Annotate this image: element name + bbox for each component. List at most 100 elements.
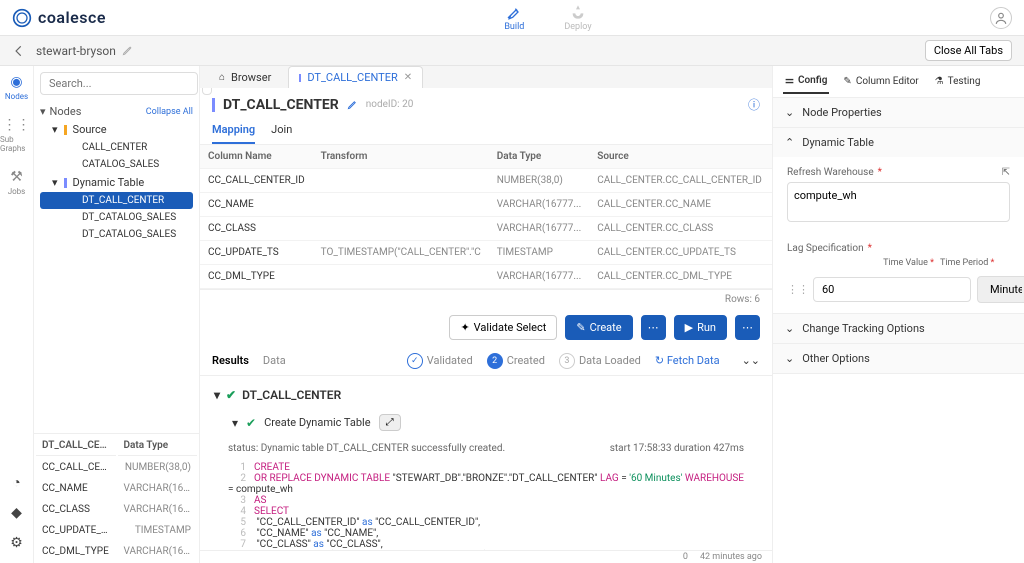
dynamic-table-accordion[interactable]: ⌃ Dynamic Table — [773, 128, 1024, 157]
footer-time: 42 minutes ago — [700, 552, 762, 562]
drag-handle-icon[interactable]: ⋮⋮ — [787, 283, 807, 296]
time-value-input[interactable] — [813, 277, 971, 302]
grid-header[interactable]: Source — [589, 145, 770, 169]
create-step-label: Create Dynamic Table — [264, 416, 370, 429]
grid-header[interactable]: Data Type — [489, 145, 590, 169]
back-arrow-icon[interactable] — [12, 44, 26, 58]
mini-cell[interactable]: CC_DML_TYPE — [36, 542, 116, 561]
testing-tab[interactable]: ⚗Testing — [933, 70, 983, 93]
build-tool[interactable]: Build — [504, 4, 524, 32]
gear-icon[interactable]: ⚙ — [10, 535, 23, 551]
node-id: nodeID: 20 — [366, 99, 414, 110]
loaded-pill: 3Data Loaded — [559, 353, 641, 369]
close-tab-icon[interactable]: ✕ — [404, 72, 412, 83]
grid-header[interactable]: Column Name — [200, 145, 313, 169]
breadcrumb: stewart-bryson — [36, 44, 116, 58]
grid-header[interactable]: Transform — [313, 145, 489, 169]
column-editor-tab[interactable]: ✎Column Editor — [841, 70, 920, 93]
collapse-all-link[interactable]: Collapse All — [146, 107, 193, 117]
time-period-select[interactable]: Minutes — [977, 276, 1024, 303]
mini-cell: TIMESTAMP — [118, 521, 198, 540]
subgraphs-rail[interactable]: ⋮⋮ Sub Graphs — [0, 117, 33, 153]
fetch-data-link[interactable]: ↻ Fetch Data — [655, 354, 720, 367]
tab-browser[interactable]: ⌂ Browser — [208, 66, 282, 88]
tree-search-input[interactable] — [40, 72, 198, 95]
row-count: Rows: 6 — [200, 290, 772, 309]
pencil-icon: ✎ — [576, 321, 585, 334]
mini-cell[interactable]: CC_CLASS — [36, 500, 116, 519]
result-node-title: DT_CALL_CENTER — [242, 388, 341, 402]
subgraphs-icon: ⋮⋮ — [3, 117, 31, 133]
sql-code: 1CREATE2OR REPLACE DYNAMIC TABLE "STEWAR… — [214, 458, 758, 550]
tree-section-dynamic[interactable]: ▾Dynamic Table — [40, 173, 193, 192]
create-more-button[interactable]: ⋯ — [641, 315, 666, 340]
tree-header-label: Nodes — [50, 105, 82, 118]
run-button[interactable]: ▶ Run — [674, 315, 727, 340]
nodes-rail[interactable]: ◉ Nodes — [5, 74, 28, 101]
data-tab[interactable]: Data — [263, 354, 286, 367]
footer-count: 0 — [683, 552, 688, 562]
chevron-down-icon[interactable]: ▾ — [214, 388, 220, 402]
table-row[interactable]: CC_UPDATE_TSTO_TIMESTAMP("CALL_CENTER"."… — [200, 241, 772, 265]
node-properties-accordion[interactable]: ⌄ Node Properties — [773, 98, 1024, 127]
refresh-wh-input[interactable] — [787, 182, 1010, 222]
mini-col-name: DT_CALL_CENTER — [36, 436, 116, 456]
deploy-tool[interactable]: Deploy — [564, 4, 591, 32]
help-icon[interactable]: ⓘ — [748, 96, 760, 113]
tree-item[interactable]: CALL_CENTER — [40, 139, 193, 156]
chevron-up-icon: ⌃ — [785, 136, 794, 149]
home-icon: ⌂ — [219, 72, 225, 83]
node-type-indicator — [212, 98, 215, 112]
diamond-icon[interactable]: ◆ — [11, 505, 22, 521]
collapse-icon[interactable]: ⌄⌄ — [742, 354, 760, 367]
duration-text: start 17:58:33 duration 427ms — [610, 443, 744, 454]
table-row[interactable]: CC_DML_TYPEVARCHAR(16777...CALL_CENTER.C… — [200, 265, 772, 289]
expand-button[interactable]: ⤢ — [379, 414, 401, 431]
results-tab[interactable]: Results — [212, 350, 249, 371]
run-more-button[interactable]: ⋯ — [735, 315, 760, 340]
mini-cell[interactable]: CC_NAME — [36, 479, 116, 498]
tree-item[interactable]: DT_CATALOG_SALES — [40, 226, 193, 243]
play-icon: ▶ — [685, 321, 693, 334]
sliders-icon: ⚌ — [785, 75, 794, 86]
mini-col-type: Data Type — [118, 436, 198, 456]
tree-item[interactable]: CATALOG_SALES — [40, 156, 193, 173]
user-avatar[interactable] — [990, 7, 1012, 29]
table-row[interactable]: CC_CLASSVARCHAR(16777...CALL_CENTER.CC_C… — [200, 217, 772, 241]
refresh-wh-label: Refresh Warehouse* ⇱ — [787, 167, 1010, 178]
wand-icon: ✦ — [460, 321, 469, 334]
tree-item-selected[interactable]: DT_CALL_CENTER — [40, 192, 193, 209]
mini-cell[interactable]: CC_CALL_CENT — [36, 458, 116, 477]
tab-active-node[interactable]: DT_CALL_CENTER ✕ — [288, 66, 423, 88]
config-tab[interactable]: ⚌Config — [783, 69, 829, 94]
validate-select-button[interactable]: ✦ Validate Select — [449, 315, 557, 340]
chevron-down-icon: ⌄ — [785, 352, 794, 365]
build-icon — [506, 4, 522, 20]
pencil-icon[interactable] — [122, 45, 133, 56]
chevron-down-icon: ⌄ — [785, 106, 794, 119]
tree-section-source[interactable]: ▾Source — [40, 120, 193, 139]
tree-item[interactable]: DT_CATALOG_SALES — [40, 209, 193, 226]
mini-cell[interactable]: CC_UPDATE_TS — [36, 521, 116, 540]
success-icon: ✔ — [226, 388, 236, 402]
table-row[interactable]: CC_NAMEVARCHAR(16777...CALL_CENTER.CC_NA… — [200, 193, 772, 217]
close-all-tabs-button[interactable]: Close All Tabs — [925, 40, 1012, 61]
other-options-accordion[interactable]: ⌄ Other Options — [773, 344, 1024, 373]
bell-icon[interactable]: ◔ — [12, 474, 20, 491]
change-tracking-accordion[interactable]: ⌄ Change Tracking Options — [773, 314, 1024, 343]
mapping-tab[interactable]: Mapping — [212, 117, 255, 144]
flask-icon: ⚗ — [935, 76, 944, 87]
external-link-icon[interactable]: ⇱ — [1002, 167, 1010, 178]
pencil-icon[interactable] — [347, 99, 358, 110]
mini-cell: NUMBER(38,0) — [118, 458, 198, 477]
created-pill: 2Created — [487, 353, 545, 369]
join-tab[interactable]: Join — [271, 117, 292, 144]
create-button[interactable]: ✎ Create — [565, 315, 632, 340]
success-icon: ✔ — [246, 416, 256, 430]
mini-cell: VARCHAR(167... — [118, 479, 198, 498]
mini-cell: VARCHAR(167... — [118, 542, 198, 561]
chevron-down-icon[interactable]: ▾ — [40, 105, 46, 118]
chevron-down-icon[interactable]: ▾ — [232, 416, 238, 430]
jobs-rail[interactable]: ⚒ Jobs — [8, 169, 26, 196]
table-row[interactable]: CC_CALL_CENTER_IDNUMBER(38,0)CALL_CENTER… — [200, 169, 772, 193]
